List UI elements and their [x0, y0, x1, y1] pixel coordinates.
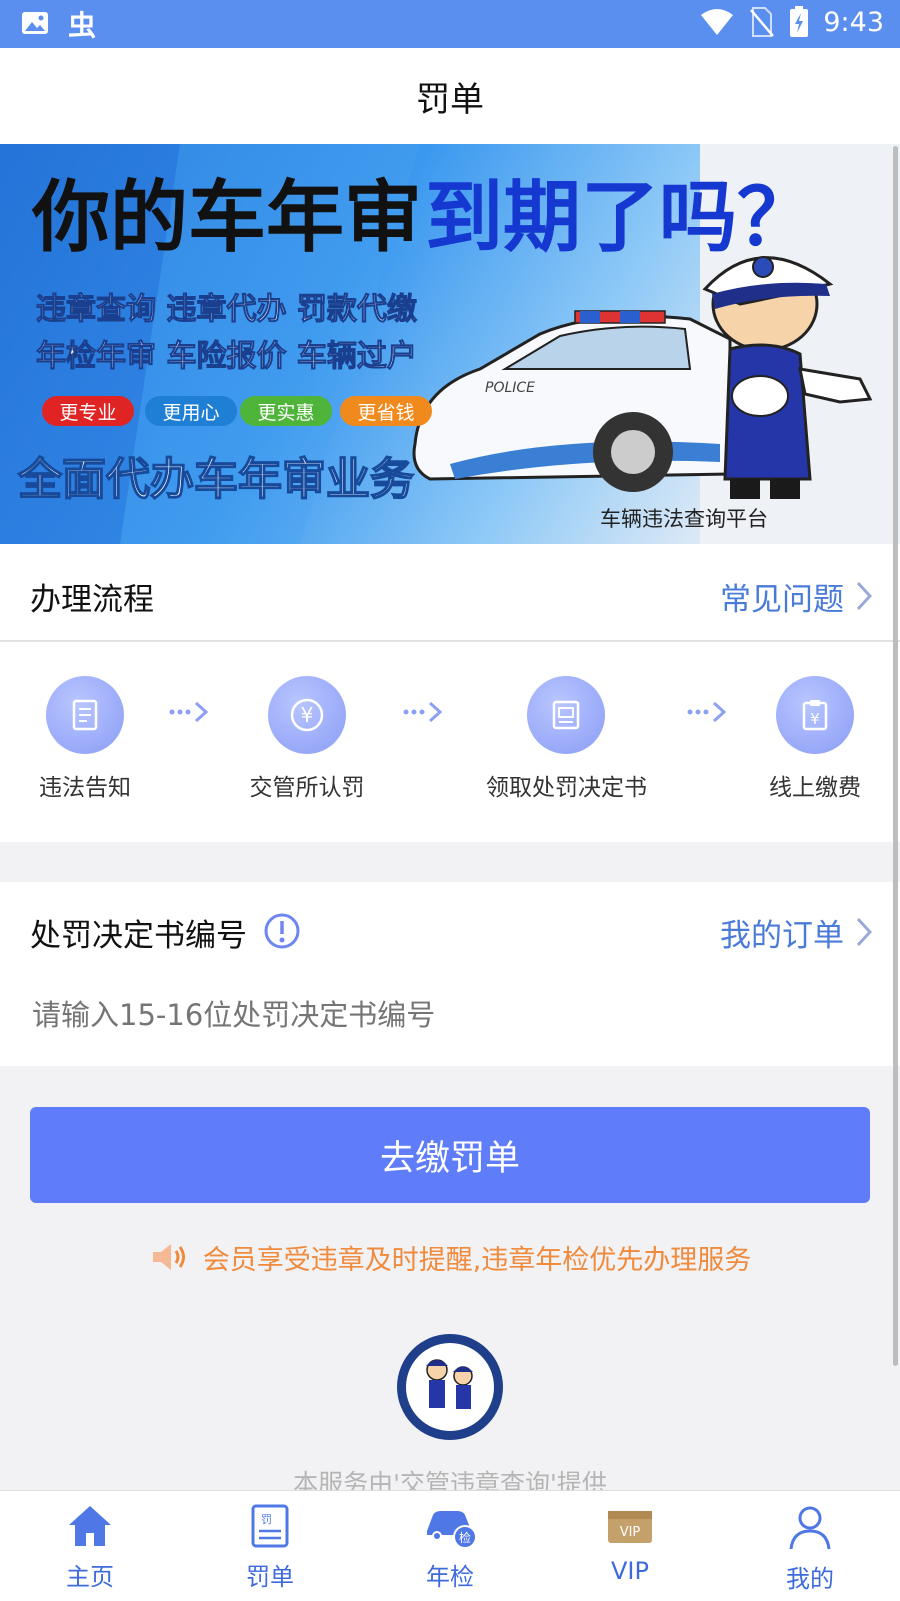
notice-document-icon [72, 699, 98, 731]
step-arrow-icon [403, 701, 443, 723]
tag-3: 更实惠 [257, 402, 314, 424]
tab-label: 我的 [786, 1565, 834, 1593]
gallery-icon [22, 12, 48, 34]
info-icon[interactable] [263, 912, 301, 950]
app-notification-icon: 虫 [68, 9, 96, 40]
page-title: 罚单 [416, 79, 484, 120]
banner-headline-a: 你的车年审 [31, 173, 422, 263]
pay-ticket-button[interactable]: 去缴罚单 [30, 1107, 870, 1203]
process-header: 办理流程 常见问题 [0, 544, 900, 642]
process-steps: 违法告知 ¥ 交管所认罚 领取处罚决定书 ¥ 线上缴费 [0, 640, 900, 842]
step-label: 线上缴费 [769, 775, 861, 801]
banner-platform: 车辆违法查询平台 [600, 507, 768, 531]
home-icon [69, 1506, 111, 1546]
my-orders-link[interactable]: 我的订单 [720, 910, 844, 955]
decision-document-icon [552, 700, 580, 730]
step-arrow-icon [687, 701, 727, 723]
banner-slogan: 全面代办车年审业务 [17, 454, 414, 505]
svg-text:检: 检 [459, 1530, 471, 1545]
tag-4: 更省钱 [357, 402, 414, 424]
scrollbar[interactable] [893, 146, 898, 1366]
step-online-payment: ¥ 线上缴费 [735, 676, 895, 802]
ticket-number-input[interactable] [30, 986, 864, 1044]
ticket-label: 处罚决定书编号 [30, 918, 247, 954]
step-receive-decision: 领取处罚决定书 [486, 676, 647, 802]
svg-text:虫: 虫 [68, 9, 96, 40]
tag-1: 更专业 [59, 402, 116, 424]
member-notice-text: 会员享受违章及时提醒,违章年检优先办理服务 [202, 1244, 752, 1276]
chevron-right-icon[interactable] [854, 916, 874, 948]
police-car-illustration: POLICE [412, 310, 732, 492]
process-title: 办理流程 [30, 582, 154, 618]
tab-home[interactable]: 主页 [0, 1491, 180, 1601]
svg-text:¥: ¥ [810, 710, 820, 728]
banner-headline-b: 到期了吗？ [425, 173, 815, 263]
promo-banner[interactable]: POLICE 你的车年审 到期了吗？ 违章查询 违章代办 罚款代缴 年检年审 车… [0, 144, 900, 544]
ticket-section: 处罚决定书编号 我的订单 [0, 882, 900, 1066]
member-notice: 会员享受违章及时提醒,违章年检优先办理服务 [0, 1232, 900, 1282]
wifi-icon [701, 9, 734, 35]
step-label: 领取处罚决定书 [486, 775, 647, 801]
tab-vip[interactable]: VIP VIP [540, 1491, 720, 1601]
chevron-right-icon[interactable] [854, 580, 874, 612]
svg-text:VIP: VIP [620, 1525, 641, 1540]
tab-label: 罚单 [246, 1563, 294, 1591]
battery-charging-icon [790, 6, 809, 37]
step-label: 交管所认罚 [249, 775, 365, 801]
step-violation-notice: 违法告知 [5, 676, 165, 802]
tab-label: 主页 [66, 1563, 114, 1591]
banner-artwork: POLICE 你的车年审 到期了吗？ 违章查询 违章代办 罚款代缴 年检年审 车… [0, 144, 900, 544]
bottom-tab-bar: 主页 罚 罚单 检 年检 VIP VIP 我的 [0, 1490, 900, 1601]
step-label: 违法告知 [39, 775, 131, 801]
tab-inspection[interactable]: 检 年检 [360, 1491, 540, 1601]
vip-card-icon: VIP [608, 1511, 652, 1543]
tab-label: 年检 [426, 1563, 474, 1591]
tab-profile[interactable]: 我的 [720, 1491, 900, 1601]
faq-link[interactable]: 常见问题 [720, 574, 844, 619]
speaker-icon [152, 1244, 185, 1270]
svg-text:罚: 罚 [261, 1513, 272, 1526]
page-header: 罚单 [0, 48, 900, 144]
svg-text:¥: ¥ [301, 703, 314, 727]
banner-services-line2: 年检年审 车险报价 车辆过户 [36, 339, 417, 374]
tag-2: 更用心 [162, 402, 219, 424]
step-accept-penalty: ¥ 交管所认罚 [227, 676, 387, 802]
car-inspection-icon: 检 [427, 1511, 477, 1549]
tab-label: VIP [611, 1557, 649, 1585]
no-sim-icon [750, 7, 775, 37]
clipboard-yen-icon: ¥ [802, 700, 828, 731]
profile-icon [789, 1506, 831, 1550]
banner-services-line1: 违章查询 违章代办 罚款代缴 [36, 292, 417, 327]
process-section: 办理流程 常见问题 违法告知 ¥ 交管所认罚 领取处罚决定书 ¥ 线上缴费 [0, 544, 900, 842]
yen-coin-icon: ¥ [290, 698, 324, 732]
police-text: POLICE [485, 380, 535, 396]
step-arrow-icon [169, 701, 209, 723]
tab-ticket[interactable]: 罚 罚单 [180, 1491, 360, 1601]
status-time: 9:43 [823, 6, 884, 38]
traffic-police-logo [397, 1334, 503, 1440]
status-bar: 虫 9:43 [0, 0, 900, 48]
ticket-icon: 罚 [251, 1504, 289, 1548]
